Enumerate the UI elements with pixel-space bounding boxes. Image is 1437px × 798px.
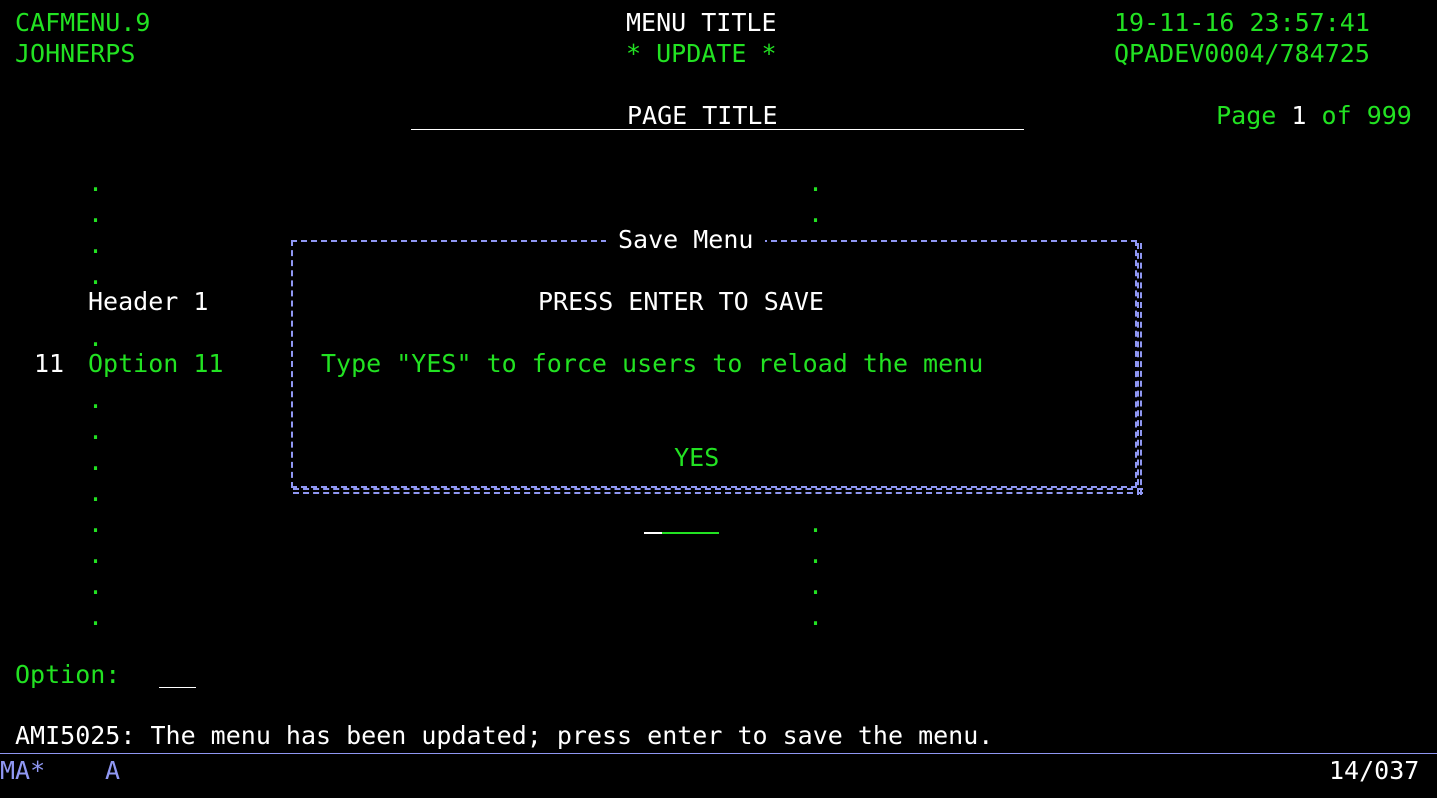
menu-title: MENU TITLE bbox=[626, 8, 777, 37]
list-item: . bbox=[808, 540, 824, 569]
force-reload-value: YES bbox=[674, 443, 720, 472]
force-reload-input[interactable]: YES bbox=[644, 411, 720, 535]
status-bar-indicator: MA* bbox=[0, 756, 46, 785]
option-prompt-label: Option: bbox=[15, 660, 121, 689]
list-item: . bbox=[88, 509, 104, 538]
list-item: . bbox=[88, 447, 104, 476]
option-label[interactable]: Option 11 bbox=[88, 348, 223, 379]
list-item: . bbox=[808, 571, 824, 600]
status-bar-mode: A bbox=[105, 756, 121, 785]
status-message: AMI5025: The menu has been updated; pres… bbox=[15, 721, 994, 750]
page-of: of bbox=[1321, 101, 1352, 130]
device-id: QPADEV0004/784725 bbox=[1114, 39, 1370, 68]
list-item: . bbox=[88, 540, 104, 569]
list-item: . bbox=[88, 478, 104, 507]
list-item: . bbox=[88, 416, 104, 445]
page-title-rule bbox=[411, 129, 1024, 130]
list-item: . bbox=[808, 602, 824, 631]
dialog-prompt: Type "YES" to force users to reload the … bbox=[321, 349, 984, 378]
status-bar-divider bbox=[0, 753, 1437, 754]
list-item: . bbox=[808, 199, 824, 228]
dialog-instruction: PRESS ENTER TO SAVE bbox=[538, 287, 824, 316]
list-item: . bbox=[808, 168, 824, 197]
list-item: . bbox=[88, 168, 104, 197]
list-item: . bbox=[88, 230, 104, 259]
dialog-title: Save Menu bbox=[606, 224, 766, 255]
option-number: 11 bbox=[34, 349, 65, 378]
mode-indicator: * UPDATE * bbox=[626, 39, 777, 68]
cursor-position: 14/037 bbox=[1329, 756, 1420, 785]
page-title: PAGE TITLE bbox=[627, 101, 778, 130]
list-item: . bbox=[88, 385, 104, 414]
option-input[interactable] bbox=[159, 659, 196, 688]
program-name: CAFMENU.9 bbox=[15, 8, 151, 37]
dialog-shadow-right bbox=[1137, 243, 1142, 495]
list-item: . bbox=[88, 571, 104, 600]
list-item: . bbox=[88, 602, 104, 631]
text-cursor bbox=[644, 532, 662, 534]
page-total: 999 bbox=[1366, 101, 1412, 130]
page-label: Page bbox=[1216, 101, 1277, 130]
list-item: . bbox=[808, 509, 824, 538]
page-indicator: Page 1 of 999 bbox=[1186, 69, 1412, 131]
page-current: 1 bbox=[1291, 101, 1307, 130]
user-name: JOHNERPS bbox=[15, 39, 136, 68]
date-time: 19-11-16 23:57:41 bbox=[1114, 8, 1370, 37]
list-header-label: Header 1 bbox=[88, 287, 209, 316]
list-item: . bbox=[88, 199, 104, 228]
